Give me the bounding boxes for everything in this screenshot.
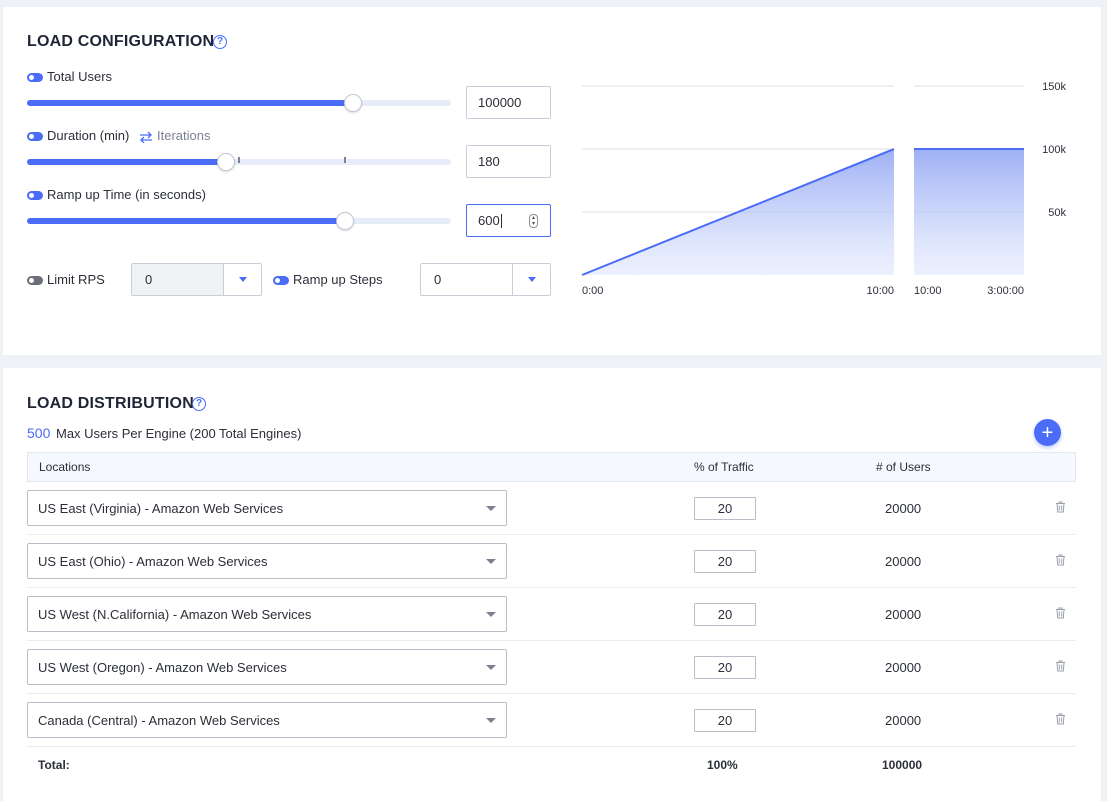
traffic-percent-input[interactable]: 20 — [694, 603, 756, 626]
chevron-down-icon — [486, 718, 496, 723]
load-chart: 0:00 10:00 10:00 3:00:00 150k 100k 50k — [581, 81, 1066, 297]
load-distribution-title: LOAD DISTRIBUTION — [27, 395, 194, 412]
trash-icon[interactable] — [1055, 554, 1066, 566]
chevron-down-icon — [486, 665, 496, 670]
question-circle-icon[interactable]: ? — [192, 397, 206, 411]
column-header-traffic: % of Traffic — [694, 460, 754, 474]
duration-input[interactable]: 180 — [466, 145, 551, 178]
trash-icon[interactable] — [1055, 713, 1066, 725]
traffic-percent-input[interactable]: 20 — [694, 709, 756, 732]
ramp-up-label: Ramp up Time (in seconds) — [47, 187, 206, 202]
location-select-value: US West (N.California) - Amazon Web Serv… — [38, 606, 312, 622]
location-select-value: Canada (Central) - Amazon Web Services — [38, 712, 280, 728]
chevron-down-icon — [486, 612, 496, 617]
users-count: 20000 — [885, 660, 922, 675]
x-tick-label: 3:00:00 — [987, 285, 1024, 297]
chevron-down-icon — [486, 559, 496, 564]
location-select-value: US West (Oregon) - Amazon Web Services — [38, 659, 287, 675]
limit-rps-label: Limit RPS — [47, 272, 105, 287]
total-users-input[interactable]: 100000 — [466, 86, 551, 119]
chevron-down-icon — [527, 277, 536, 282]
ramp-up-slider-thumb[interactable] — [336, 212, 354, 230]
y-tick-label: 50k — [1048, 207, 1066, 219]
users-count: 20000 — [885, 713, 922, 728]
swap-arrows-icon[interactable] — [138, 131, 154, 143]
limit-rps-select[interactable]: 0 — [131, 263, 262, 296]
duration-slider-thumb[interactable] — [217, 153, 235, 171]
ramp-up-input[interactable]: 600 ▴ ▾ — [466, 204, 551, 237]
chevron-down-icon — [486, 506, 496, 511]
duration-label: Duration (min) — [47, 128, 130, 143]
ramp-up-toggle[interactable] — [27, 191, 43, 200]
duration-slider-tick — [344, 157, 346, 163]
total-users-slider-thumb[interactable] — [344, 94, 362, 112]
text-cursor — [500, 213, 502, 228]
duration-slider-tick — [238, 157, 240, 163]
ramp-up-steps-dropdown-button[interactable] — [512, 264, 550, 295]
location-select[interactable]: US West (N.California) - Amazon Web Serv… — [27, 596, 507, 632]
max-users-text: Max Users Per Engine (200 Total Engines) — [56, 426, 302, 441]
duration-slider-fill — [27, 159, 226, 165]
ramp-up-steps-toggle[interactable] — [273, 276, 289, 285]
users-count: 20000 — [885, 554, 922, 569]
total-label: Total: — [38, 758, 70, 772]
traffic-percent-input[interactable]: 20 — [694, 550, 756, 573]
chart-area-series — [914, 149, 1024, 275]
ramp-up-steps-value: 0 — [434, 272, 442, 287]
y-tick-label: 100k — [1042, 144, 1066, 156]
total-users: 100000 — [882, 758, 923, 772]
iterations-label[interactable]: Iterations — [157, 128, 210, 143]
location-select[interactable]: US East (Virginia) - Amazon Web Services — [27, 490, 507, 526]
max-users-value: 500 — [27, 425, 51, 441]
duration-toggle[interactable] — [27, 132, 43, 141]
location-select[interactable]: US East (Ohio) - Amazon Web Services — [27, 543, 507, 579]
location-select[interactable]: US West (Oregon) - Amazon Web Services — [27, 649, 507, 685]
users-count: 20000 — [885, 607, 922, 622]
question-circle-icon[interactable]: ? — [213, 35, 227, 49]
limit-rps-toggle[interactable] — [27, 276, 43, 285]
traffic-percent-input[interactable]: 20 — [694, 497, 756, 520]
limit-rps-value: 0 — [132, 264, 223, 295]
ramp-up-slider-fill — [27, 218, 345, 224]
trash-icon[interactable] — [1055, 607, 1066, 619]
x-tick-label: 10:00 — [914, 285, 942, 297]
total-users-label: Total Users — [47, 69, 113, 84]
users-count: 20000 — [885, 501, 922, 516]
row-divider — [27, 693, 1076, 694]
row-divider — [27, 746, 1076, 747]
column-header-users: # of Users — [876, 460, 931, 474]
x-tick-label: 0:00 — [582, 285, 603, 297]
location-select-value: US East (Virginia) - Amazon Web Services — [38, 500, 284, 516]
load-configuration-title: LOAD CONFIGURATION — [27, 33, 215, 50]
ramp-up-input-value: 600 — [478, 213, 500, 228]
limit-rps-dropdown-button[interactable] — [223, 264, 261, 295]
total-users-slider-fill — [27, 100, 353, 106]
row-divider — [27, 534, 1076, 535]
chevron-down-icon — [238, 277, 247, 282]
trash-icon[interactable] — [1055, 660, 1066, 672]
traffic-percent-input[interactable]: 20 — [694, 656, 756, 679]
total-traffic: 100% — [707, 758, 738, 772]
add-location-button[interactable]: + — [1034, 419, 1061, 446]
y-tick-label: 150k — [1042, 81, 1066, 93]
column-header-locations: Locations — [39, 460, 91, 474]
plus-icon: + — [1041, 421, 1054, 444]
ramp-up-steps-select[interactable]: 0 — [420, 263, 551, 296]
total-users-toggle[interactable] — [27, 73, 43, 82]
spinner-arrows-icon[interactable]: ▴ ▾ — [529, 214, 538, 228]
location-select-value: US East (Ohio) - Amazon Web Services — [38, 553, 268, 569]
row-divider — [27, 587, 1076, 588]
trash-icon[interactable] — [1055, 501, 1066, 513]
location-select[interactable]: Canada (Central) - Amazon Web Services — [27, 702, 507, 738]
row-divider — [27, 640, 1076, 641]
ramp-up-steps-label: Ramp up Steps — [293, 272, 383, 287]
x-tick-label: 10:00 — [866, 285, 894, 297]
